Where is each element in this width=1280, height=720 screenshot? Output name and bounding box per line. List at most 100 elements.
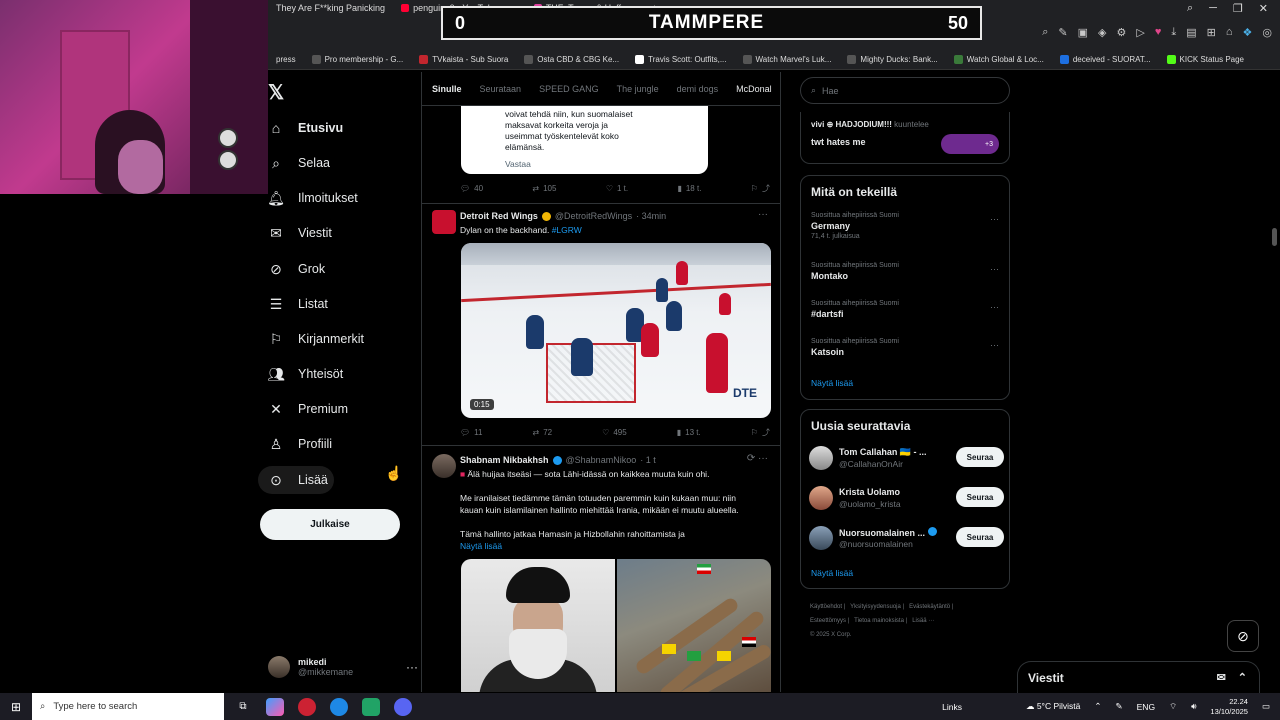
quoted-post-card[interactable]: voivat tehdä niin, kun suomalaiset maksa… (461, 106, 708, 174)
edge-icon[interactable] (330, 697, 348, 716)
tab-speed-gang[interactable]: SPEED GANG (539, 84, 599, 94)
bookmark-item[interactable]: Travis Scott: Outfits,... (627, 55, 734, 64)
post-author[interactable]: Detroit Red Wings (460, 211, 538, 221)
footer-link[interactable]: Käyttöehdot (810, 604, 842, 610)
maximize-icon[interactable]: ❐ (1233, 2, 1243, 15)
show-more-link[interactable]: Näytä lisää (460, 540, 770, 552)
nav-premium[interactable]: ✕ Premium (258, 395, 348, 423)
minimize-icon[interactable]: ─ (1209, 2, 1217, 15)
show-more-link[interactable]: Näytä lisää (811, 378, 853, 388)
shield-icon[interactable]: ◈ (1098, 26, 1106, 39)
zoom-icon[interactable]: ⌕ (1042, 26, 1048, 39)
more-icon[interactable]: ⟳ ··· (747, 453, 768, 464)
follow-suggestion[interactable]: Nuorsuomalainen ... @nuorsuomalainen Seu… (809, 524, 1004, 552)
more-icon[interactable]: ··· (758, 209, 768, 220)
nav-grok[interactable]: ⊘ Grok (258, 255, 325, 283)
bookmark-item[interactable]: Watch Marvel's Luk... (735, 55, 840, 64)
search-tabs-icon[interactable]: ⌕ (1187, 2, 1193, 15)
follow-suggestion[interactable]: Krista Uolamo @uolamo_krista Seuraa (809, 484, 1004, 512)
more-icon[interactable]: ··· (990, 302, 999, 312)
chevron-up-icon[interactable]: ⌃ (1094, 701, 1101, 712)
heart-icon[interactable]: ♥ (1155, 26, 1162, 39)
live-space-card[interactable]: vivi ⊕ HADJODIUM!!! kuuntelee twt hates … (800, 112, 1010, 164)
clock[interactable]: 22.24 13/10/2025 (1210, 697, 1248, 717)
tab-demi-dogs[interactable]: demi dogs (677, 84, 719, 94)
scrollbar[interactable] (1272, 228, 1277, 246)
grok-button[interactable]: ⊘ (1227, 620, 1259, 652)
footer-link[interactable]: Tietoa mainoksista (854, 618, 904, 624)
bookmark-item[interactable]: Pro membership - G... (304, 55, 412, 64)
post-images[interactable] (461, 559, 771, 692)
taskbar-search[interactable]: ⌕ Type here to search (32, 693, 224, 720)
browser-tab[interactable]: They Are F**king Panicking (268, 0, 393, 16)
post-video[interactable]: 0:15 DTE (461, 243, 771, 418)
links-toolbar[interactable]: Links (942, 702, 962, 712)
weather-widget[interactable]: ☁ 5°C Pilvistä (1026, 701, 1080, 712)
x-logo-icon[interactable]: 𝕏 (268, 80, 284, 105)
post-time[interactable]: · 34min (636, 211, 666, 221)
bookmark-item[interactable]: Osta CBD & CBG Ke... (516, 55, 627, 64)
tab-mcdonal[interactable]: McDonal (736, 84, 772, 94)
spreadsheet-icon[interactable] (362, 697, 380, 716)
post-image[interactable] (461, 559, 615, 692)
avatar[interactable] (432, 454, 456, 478)
close-icon[interactable]: ✕ (1259, 2, 1268, 15)
nav-explore[interactable]: ⌕ Selaa (258, 149, 330, 177)
tab-for-you[interactable]: Sinulle (432, 84, 462, 94)
volume-icon[interactable]: 🔊︎ (1191, 701, 1196, 712)
chevron-up-icon[interactable]: ⌃ (1238, 671, 1247, 684)
network-icon[interactable]: ⌔ (1169, 701, 1177, 712)
trend-item[interactable]: Suosittua aihepiirissä Suomi #dartsfi ··… (811, 300, 1001, 319)
bookmark-item[interactable]: press (268, 55, 304, 64)
nav-communities[interactable]: 👥︎ Yhteisöt (258, 360, 343, 388)
task-view-icon[interactable]: ⧉ (234, 698, 252, 716)
more-icon[interactable]: ··· (990, 264, 999, 274)
repost-button[interactable]: ⇄ 105 (532, 183, 556, 194)
trend-item[interactable]: Suosittua aihepiirissä Suomi Germany 71,… (811, 212, 1001, 240)
post-author[interactable]: Shabnam Nikbakhsh (460, 455, 549, 465)
post-handle[interactable]: @DetroitRedWings (555, 211, 632, 221)
post-image[interactable] (617, 559, 771, 692)
camera-icon[interactable]: ▣ (1078, 26, 1088, 39)
hashtag-link[interactable]: #LGRW (552, 225, 582, 235)
views-button[interactable]: ▮ 18 t. (677, 183, 701, 194)
show-more-link[interactable]: Näytä lisää (811, 568, 853, 578)
post-handle[interactable]: @ShabnamNikoo (566, 455, 637, 465)
bookmark-item[interactable]: Mighty Ducks: Bank... (839, 55, 945, 64)
account-switcher[interactable]: mikedi @mikkemane ··· (268, 652, 418, 682)
bookmark-item[interactable]: deceived - SUORAT... (1052, 55, 1159, 64)
sidebar-icon[interactable]: ▤ (1186, 26, 1196, 39)
avatar[interactable] (432, 210, 456, 234)
opera-icon[interactable] (298, 697, 316, 716)
reply-button[interactable]: 💬︎ 40 (460, 183, 483, 194)
bookmark-item[interactable]: Watch Global & Loc... (946, 55, 1052, 64)
search-input[interactable]: ⌕ Hae (800, 77, 1010, 104)
start-button[interactable]: ⊞ (0, 693, 32, 720)
bookmark-button[interactable]: ⚐ ⤴ (751, 427, 770, 438)
extension-icon[interactable]: ❖ (1243, 26, 1253, 39)
tab-the-jungle[interactable]: The jungle (617, 84, 659, 94)
like-button[interactable]: ♡ 1 t. (606, 183, 628, 194)
follow-button[interactable]: Seuraa (956, 487, 1004, 507)
more-icon[interactable]: ··· (990, 340, 999, 350)
views-button[interactable]: ▮ 13 t. (677, 427, 701, 438)
footer-link[interactable]: Yksityisyydensuoja (850, 604, 901, 610)
post-time[interactable]: · 1 t (640, 455, 656, 465)
bookmark-item[interactable]: KICK Status Page (1159, 55, 1252, 64)
nav-profile[interactable]: ♙ Profiili (258, 430, 332, 458)
discord-icon[interactable] (394, 697, 412, 716)
lock-icon[interactable]: ⌂ (1226, 26, 1233, 39)
footer-link[interactable]: Evästekäytäntö (909, 604, 950, 610)
nav-more[interactable]: ⊙ Lisää (258, 466, 334, 494)
pen-icon[interactable]: ✎ (1116, 701, 1123, 712)
footer-link[interactable]: Lisää ··· (912, 618, 934, 624)
share-icon[interactable]: ⤴ (762, 427, 770, 438)
bookmark-item[interactable]: TVkaista - Sub Suora (411, 55, 516, 64)
share-icon[interactable]: ⤴ (762, 183, 770, 194)
menu-icon[interactable]: ◎ (1262, 26, 1272, 39)
nav-messages[interactable]: ✉ Viestit (258, 219, 332, 247)
trend-item[interactable]: Suosittua aihepiirissä Suomi Katsoin ··· (811, 338, 1001, 357)
edit-icon[interactable]: ✎ (1058, 26, 1067, 39)
follow-button[interactable]: Seuraa (956, 527, 1004, 547)
messages-drawer[interactable]: Viestit ✉ ⌃ (1017, 661, 1260, 693)
